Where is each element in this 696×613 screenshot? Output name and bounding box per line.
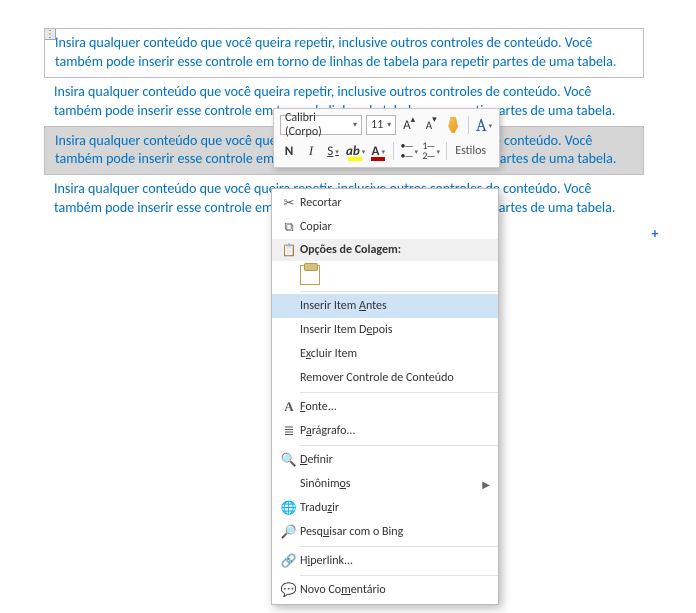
- menu-new-comment[interactable]: 💬 Novo Comentário: [272, 578, 498, 602]
- font-size-dropdown[interactable]: 11 ▾: [366, 115, 396, 135]
- zoom-icon: 🔎: [278, 525, 300, 540]
- menu-remove-content-control[interactable]: Remover Controle de Conteúdo: [272, 366, 498, 390]
- divider: [393, 142, 394, 160]
- paste-option-keep-source[interactable]: [272, 261, 498, 289]
- add-item-handle[interactable]: +: [648, 225, 662, 239]
- numbering-icon: 1—2—: [422, 141, 434, 161]
- numbering-button[interactable]: 1—2—▾: [422, 141, 440, 161]
- chevron-down-icon: ▾: [353, 120, 357, 130]
- bullets-button[interactable]: •—•—▾: [400, 141, 418, 161]
- menu-hyperlink[interactable]: 🔗 Hiperlink...: [272, 549, 498, 573]
- menu-cut[interactable]: ✂ Recortar: [272, 191, 498, 215]
- color-swatch: [371, 157, 385, 161]
- font-color-button[interactable]: A▾: [369, 141, 387, 161]
- shrink-font-button[interactable]: A▾: [422, 115, 440, 135]
- font-size-value: 11: [371, 118, 383, 132]
- menu-copy[interactable]: ⧉ Copiar: [272, 215, 498, 239]
- highlight-swatch: [348, 157, 362, 161]
- styles-icon: A: [476, 115, 487, 136]
- format-painter-button[interactable]: [444, 115, 462, 135]
- highlight-button[interactable]: ab▾: [346, 141, 365, 161]
- chevron-down-icon: ▾: [387, 120, 391, 130]
- menu-font[interactable]: A Fonte...: [272, 395, 498, 419]
- menu-insert-item-after[interactable]: Inserir Item Depois: [272, 318, 498, 342]
- grow-font-button[interactable]: A▴: [400, 115, 418, 135]
- menu-paste-options-header: 📋 Opções de Colagem:: [272, 239, 498, 261]
- menu-define[interactable]: 🔍 Definir: [272, 448, 498, 472]
- underline-button[interactable]: S▾: [324, 141, 342, 161]
- italic-button[interactable]: I: [302, 141, 320, 161]
- styles-button[interactable]: A▾: [475, 115, 493, 135]
- separator: [300, 392, 498, 393]
- separator: [300, 445, 498, 446]
- font-name-value: Calibri (Corpo): [285, 111, 353, 139]
- menu-delete-item[interactable]: Excluir Item: [272, 342, 498, 366]
- menu-search-bing[interactable]: 🔎 Pesquisar com o Bing: [272, 520, 498, 544]
- copy-icon: ⧉: [278, 220, 300, 235]
- context-menu: ✂ Recortar ⧉ Copiar 📋 Opções de Colagem:…: [271, 188, 499, 605]
- scissors-icon: ✂: [278, 196, 300, 211]
- mini-toolbar: Calibri (Corpo) ▾ 11 ▾ A▴ A▾ A▾ N I S▾ a…: [273, 108, 500, 168]
- separator: [300, 546, 498, 547]
- paste-keep-source-icon: [300, 265, 320, 285]
- bullets-icon: •—•—: [400, 141, 412, 161]
- font-name-dropdown[interactable]: Calibri (Corpo) ▾: [280, 115, 362, 135]
- separator: [300, 291, 498, 292]
- paintbrush-icon: [446, 117, 460, 133]
- submenu-arrow-icon: ▶: [482, 478, 490, 491]
- divider: [446, 142, 447, 160]
- content-block-1[interactable]: Insira qualquer conteúdo que você queira…: [44, 28, 644, 78]
- menu-synonyms[interactable]: Sinônimos ▶: [272, 472, 498, 496]
- font-icon: A: [278, 399, 300, 415]
- menu-translate[interactable]: 🌐 Traduzir: [272, 496, 498, 520]
- menu-paragraph[interactable]: ≣ Parágrafo...: [272, 419, 498, 443]
- link-icon: 🔗: [278, 554, 300, 569]
- paragraph-icon: ≣: [278, 424, 300, 439]
- divider: [468, 116, 469, 134]
- search-icon: 🔍: [278, 453, 300, 468]
- styles-label[interactable]: Estilos: [453, 144, 486, 158]
- comment-icon: 💬: [278, 583, 300, 598]
- separator: [300, 575, 498, 576]
- clipboard-icon: 📋: [278, 243, 300, 258]
- bold-button[interactable]: N: [280, 141, 298, 161]
- menu-insert-item-before[interactable]: Inserir Item Antes: [272, 294, 498, 318]
- translate-icon: 🌐: [278, 501, 300, 516]
